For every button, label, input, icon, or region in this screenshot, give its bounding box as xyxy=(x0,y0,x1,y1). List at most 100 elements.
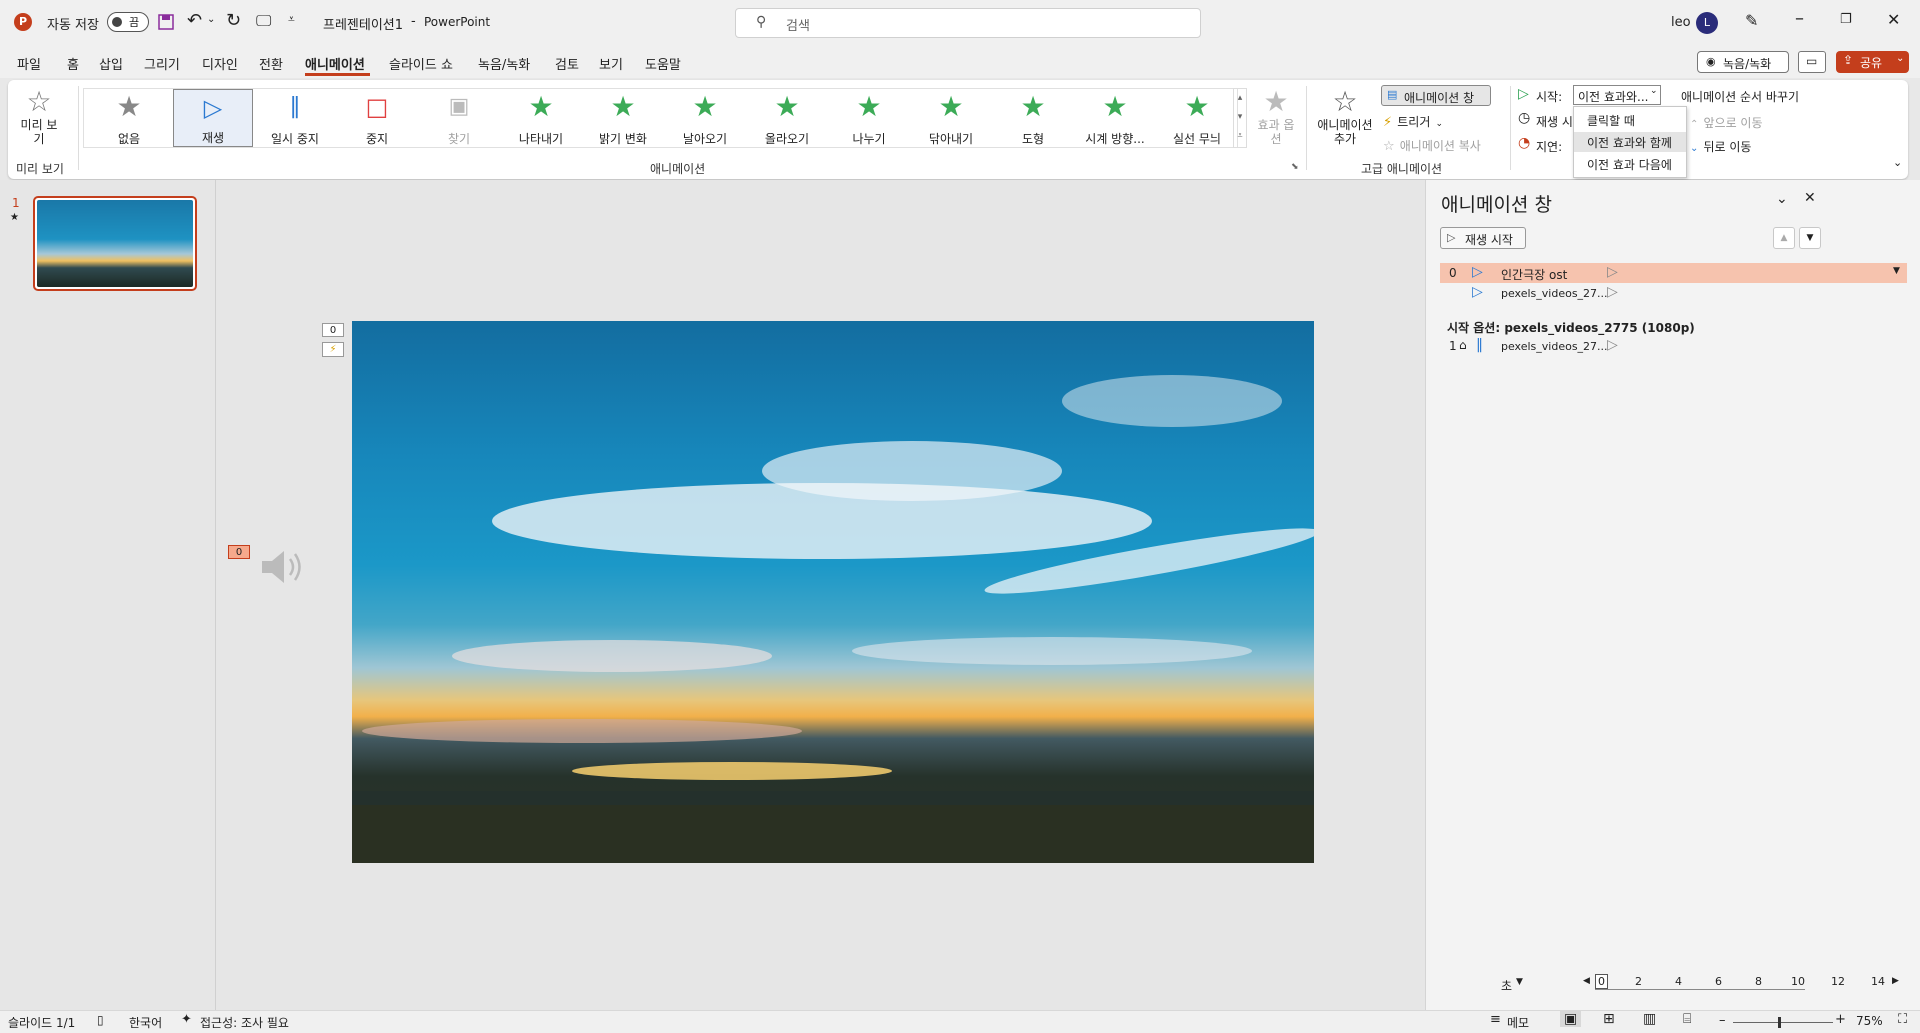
zoom-level[interactable]: 75% xyxy=(1856,1014,1883,1028)
move-up-button[interactable]: ▲ xyxy=(1773,227,1795,249)
gallery-pause[interactable]: ‖ 일시 중지 xyxy=(255,89,335,147)
animation-painter-button[interactable]: ☆ 애니메이션 복사 xyxy=(1383,135,1503,154)
title-bar: P 자동 저장 끔 ↶ ⌄ ↻ 🖵 ⩡ 프레젠테이션1 - PowerPoint… xyxy=(0,0,1920,46)
gallery-shape[interactable]: ★ 도형 xyxy=(993,89,1073,147)
zoom-in-icon[interactable]: + xyxy=(1835,1012,1846,1027)
undo-dropdown-icon[interactable]: ⌄ xyxy=(207,14,215,25)
move-later-button[interactable]: ⌄ 뒤로 이동 xyxy=(1690,136,1780,154)
gallery-float-in[interactable]: ★ 올라오기 xyxy=(747,89,827,147)
animation-list-item[interactable]: ▷ pexels_videos_27... ▷ xyxy=(1440,283,1907,303)
tab-draw[interactable]: 그리기 xyxy=(144,54,180,73)
dropdown-option-after-previous[interactable]: 이전 효과 다음에 xyxy=(1574,154,1686,174)
pane-options-chevron-icon[interactable]: ⌄ xyxy=(1776,191,1788,207)
spellcheck-icon[interactable]: ▯ xyxy=(97,1013,104,1027)
item-dropdown-icon[interactable]: ▼ xyxy=(1893,266,1900,276)
timeline-scroll-left-icon[interactable]: ◀ xyxy=(1583,976,1590,986)
timeline-scroll-right-icon[interactable]: ▶ xyxy=(1892,976,1899,986)
move-earlier-button[interactable]: ⌃ 앞으로 이동 xyxy=(1690,112,1780,130)
animation-tag-audio[interactable]: 0 xyxy=(228,545,250,559)
seconds-label[interactable]: 초 xyxy=(1501,977,1512,994)
play-from-button[interactable]: ▷ 재생 시작 xyxy=(1440,227,1526,249)
minimize-icon[interactable]: – xyxy=(1795,8,1804,29)
animation-list-item[interactable]: 1 ⌂ ‖ pexels_videos_27... ▷ xyxy=(1440,336,1907,356)
share-button[interactable]: ⇪ 공유 ⌄ xyxy=(1836,51,1909,73)
gallery-fly-in[interactable]: ★ 날아오기 xyxy=(665,89,745,147)
comments-button[interactable]: ▭ xyxy=(1798,51,1826,73)
add-animation-icon: ☆ xyxy=(1332,85,1358,118)
timeline-marker-icon: ▷ xyxy=(1607,337,1618,353)
animation-list-item[interactable]: 0 ▷ 인간극장 ost ▷ ▼ xyxy=(1440,263,1907,283)
tab-design[interactable]: 디자인 xyxy=(202,54,238,73)
close-icon[interactable]: ✕ xyxy=(1887,10,1900,29)
presentation-icon[interactable]: 🖵 xyxy=(256,11,271,31)
slideshow-view-icon[interactable]: ⌸ xyxy=(1683,1011,1691,1027)
mouse-icon: ⌂ xyxy=(1459,338,1467,352)
gallery-stop[interactable]: □ 중지 xyxy=(337,89,417,147)
gallery-split[interactable]: ★ 나누기 xyxy=(829,89,909,147)
tab-record[interactable]: 녹음/녹화 xyxy=(478,54,530,73)
add-animation-button[interactable]: ☆ 애니메이션 추가 xyxy=(1313,86,1377,152)
customize-toolbar-icon[interactable]: ⩡ xyxy=(288,12,295,27)
dialog-launcher-icon[interactable]: ⬊ xyxy=(1291,162,1299,172)
tab-home[interactable]: 홈 xyxy=(67,54,79,73)
gallery-appear[interactable]: ★ 나타내기 xyxy=(501,89,581,147)
notes-button[interactable]: 메모 xyxy=(1507,1014,1529,1031)
avatar[interactable]: L xyxy=(1696,12,1718,34)
zoom-slider-thumb[interactable] xyxy=(1778,1017,1781,1028)
tab-insert[interactable]: 삽입 xyxy=(99,54,123,73)
trigger-tag-icon[interactable]: ⚡ xyxy=(322,342,344,357)
gallery-wipe[interactable]: ★ 닦아내기 xyxy=(911,89,991,147)
tab-file[interactable]: 파일 xyxy=(17,54,41,73)
preview-button[interactable]: ☆ 미리 보기 xyxy=(16,86,62,152)
tab-view[interactable]: 보기 xyxy=(599,54,623,73)
advanced-group-label: 고급 애니메이션 xyxy=(1361,162,1443,176)
pen-icon[interactable]: ✎ xyxy=(1745,11,1758,30)
tab-slideshow[interactable]: 슬라이드 쇼 xyxy=(389,54,453,73)
gallery-fade[interactable]: ★ 밝기 변화 xyxy=(583,89,663,147)
dropdown-option-on-click[interactable]: 클릭할 때 xyxy=(1574,110,1686,130)
pane-close-icon[interactable]: ✕ xyxy=(1804,190,1816,206)
animation-pane-button[interactable]: ▤ 애니메이션 창 xyxy=(1381,85,1491,106)
gallery-random-bars[interactable]: ★ 실선 무늬 xyxy=(1157,89,1237,147)
start-select[interactable]: 이전 효과와... ⌄ xyxy=(1573,85,1661,105)
slide-thumbnail[interactable] xyxy=(33,196,197,291)
play-from-label: 재생 시작 xyxy=(1465,233,1513,247)
move-down-button[interactable]: ▼ xyxy=(1799,227,1821,249)
gallery-scroll[interactable]: ▴ ▾ ⩡ xyxy=(1233,88,1247,148)
trigger-button[interactable]: ⚡ 트리거 ⌄ xyxy=(1383,111,1483,130)
gallery-seek[interactable]: ▣ 찾기 xyxy=(419,89,499,147)
gallery-play[interactable]: ▷ 재생 xyxy=(173,89,253,147)
undo-icon[interactable]: ↶ xyxy=(187,10,202,31)
search-box[interactable]: ⚲ 검색 xyxy=(735,8,1201,38)
normal-view-icon[interactable]: ▣ xyxy=(1560,1011,1582,1027)
record-button[interactable]: ◉ 녹음/녹화 xyxy=(1697,51,1789,73)
tab-animations[interactable]: 애니메이션 xyxy=(305,54,365,73)
fit-to-window-icon[interactable]: ⛶ xyxy=(1898,1012,1907,1027)
effect-options-button[interactable]: ★ 효과 옵션 xyxy=(1253,86,1299,152)
tab-help[interactable]: 도움말 xyxy=(645,54,681,73)
audio-speaker-icon[interactable] xyxy=(258,545,310,589)
redo-icon[interactable]: ↻ xyxy=(226,10,241,31)
slide-count[interactable]: 슬라이드 1/1 xyxy=(8,1014,75,1031)
slide-sorter-icon[interactable]: ⊞ xyxy=(1603,1011,1615,1027)
tab-review[interactable]: 검토 xyxy=(555,54,579,73)
zoom-slider[interactable] xyxy=(1733,1017,1833,1028)
accessibility-status[interactable]: 접근성: 조사 필요 xyxy=(200,1014,289,1031)
gallery-none[interactable]: ★ 없음 xyxy=(89,89,169,147)
animation-tag-top[interactable]: 0 xyxy=(322,323,344,337)
ribbon-collapse-icon[interactable]: ⌄ xyxy=(1893,156,1902,169)
gallery-wheel[interactable]: ★ 시계 방향... xyxy=(1075,89,1155,147)
notes-icon[interactable]: ≡ xyxy=(1490,1012,1501,1027)
reading-view-icon[interactable]: ▥ xyxy=(1643,1011,1656,1027)
dropdown-option-with-previous[interactable]: 이전 효과와 함께 xyxy=(1574,132,1686,152)
save-icon[interactable] xyxy=(158,14,174,30)
delay-icon: ◔ xyxy=(1518,135,1531,151)
accessibility-icon[interactable]: ✦ xyxy=(181,1012,192,1027)
language[interactable]: 한국어 xyxy=(129,1014,162,1031)
restore-icon[interactable]: ❐ xyxy=(1840,12,1852,27)
tab-transitions[interactable]: 전환 xyxy=(259,54,283,73)
video-object[interactable] xyxy=(352,321,1314,863)
zoom-out-icon[interactable]: – xyxy=(1719,1013,1726,1028)
autosave-toggle[interactable]: 끔 xyxy=(107,12,149,32)
seconds-dropdown-icon[interactable]: ▼ xyxy=(1516,977,1523,987)
